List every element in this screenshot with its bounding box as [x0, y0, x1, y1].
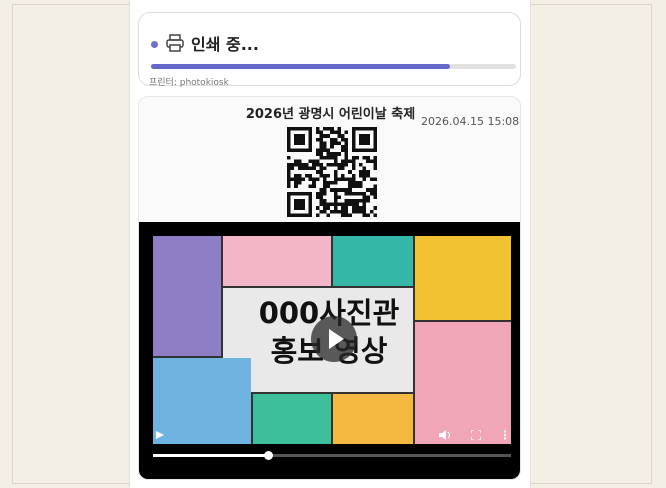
print-progress-bar: [151, 64, 516, 69]
promo-video-player[interactable]: 000사진관 홍보 영상: [139, 222, 520, 479]
photo-tile-kids: [333, 236, 413, 286]
print-status-card: 인쇄 중... 프린터: photokiosk: [138, 12, 521, 88]
play-icon: [329, 329, 344, 349]
photo-tile-woman-pink: [415, 322, 511, 444]
center-play-button[interactable]: [311, 316, 357, 362]
ticket-card: 2026년 광명시 어린이날 축제 2026.04.15 15:08 000사진…: [138, 96, 521, 480]
video-seek-bar[interactable]: [153, 451, 511, 460]
printer-name-label: 프린터: photokiosk: [149, 78, 229, 88]
video-frame[interactable]: 000사진관 홍보 영상: [153, 236, 511, 444]
photo-tile-family: [223, 236, 331, 286]
printer-icon: [166, 34, 184, 52]
kiosk-page: 인쇄 중... 프린터: photokiosk 2026년 광명시 어린이날 축…: [129, 0, 531, 488]
photo-tile-man-yellow: [333, 394, 413, 444]
video-seek-fill: [153, 454, 268, 457]
photo-tile-man: [153, 236, 221, 356]
event-datetime: 2026.04.15 15:08: [421, 115, 520, 128]
photo-tile-girl: [253, 394, 331, 444]
photo-tile-family-blue: [153, 358, 251, 444]
photo-tile-woman-yellow: [415, 236, 511, 320]
print-progress-fill: [151, 64, 451, 69]
qr-code-icon: [287, 127, 377, 217]
volume-icon[interactable]: [439, 430, 451, 443]
video-seek-thumb[interactable]: [263, 451, 273, 460]
print-status-text: 인쇄 중...: [191, 35, 259, 54]
status-dot: [151, 41, 158, 48]
fullscreen-icon[interactable]: [470, 429, 482, 443]
play-control-icon[interactable]: [155, 430, 165, 443]
more-options-icon[interactable]: [503, 430, 507, 443]
